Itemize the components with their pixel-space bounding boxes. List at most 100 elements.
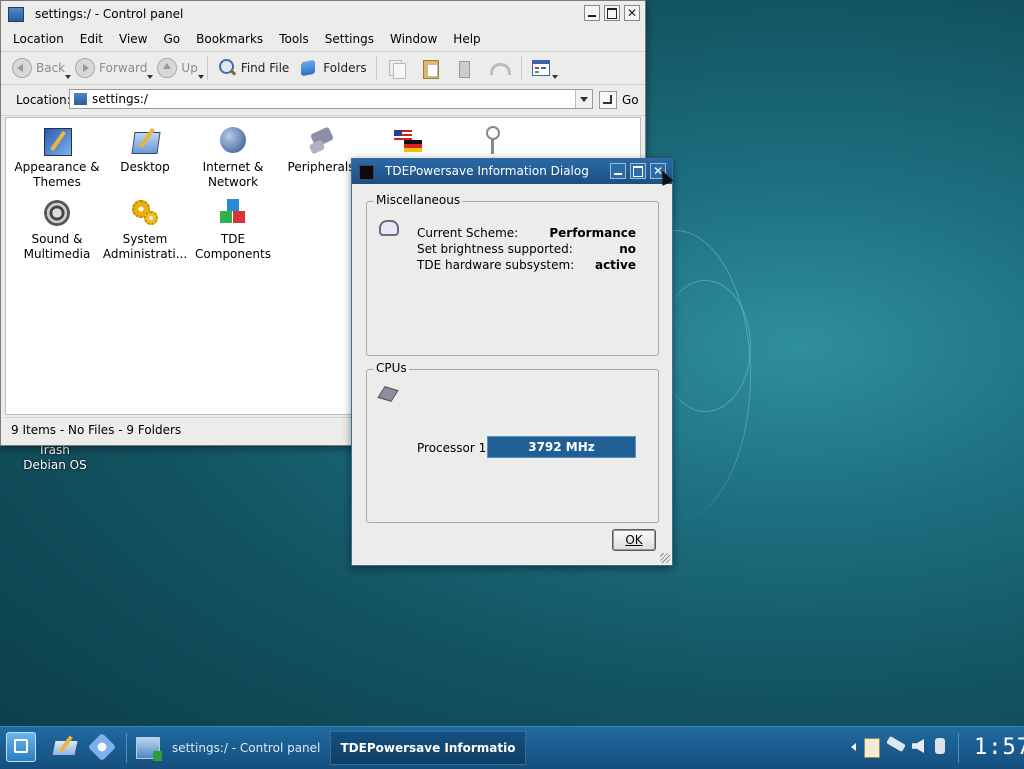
close-icon: ✕ — [626, 6, 638, 20]
dialog-maximize-button[interactable] — [630, 163, 646, 179]
view-mode-button[interactable] — [526, 54, 560, 82]
tray-expand-arrow-icon[interactable] — [851, 743, 856, 751]
item-appearance-themes[interactable]: Appearance & Themes — [12, 126, 102, 190]
control-panel-titlebar[interactable]: settings:/ - Control panel ✕ — [1, 1, 645, 27]
minimize-button[interactable] — [584, 5, 600, 21]
gears-icon — [130, 198, 160, 228]
location-input[interactable]: settings:/ — [92, 92, 148, 106]
desktop-icon-debian-label[interactable]: Debian OS — [20, 458, 90, 473]
ok-label: OK — [625, 533, 643, 547]
globe-icon — [218, 126, 248, 156]
menu-help[interactable]: Help — [445, 32, 488, 46]
processor-frequency-value: 3792 MHz — [528, 440, 595, 454]
view-mode-icon — [531, 58, 551, 78]
task-label: settings:/ - Control panel — [172, 741, 321, 755]
quicklaunch-konqueror[interactable] — [87, 732, 117, 762]
quicklaunch-editor[interactable] — [52, 733, 80, 761]
taskbar-task-control-panel[interactable]: settings:/ - Control panel — [132, 731, 328, 765]
task-label: TDEPowersave Informatio — [340, 741, 516, 755]
forward-button[interactable]: Forward — [70, 54, 154, 82]
trash-icon — [454, 58, 474, 78]
cpus-group-label: CPUs — [374, 361, 409, 375]
flags-icon — [394, 130, 422, 154]
up-button[interactable]: Up — [152, 54, 204, 82]
item-label-line1: Appearance & — [14, 160, 100, 174]
tde-logo-icon — [14, 739, 28, 753]
clock[interactable]: 1:57 — [974, 735, 1024, 760]
undo-button[interactable] — [483, 54, 517, 82]
item-security[interactable] — [482, 126, 512, 158]
menu-settings[interactable]: Settings — [317, 32, 382, 46]
power-plug-icon[interactable] — [935, 738, 945, 754]
item-label-line1: TDE — [220, 232, 246, 246]
menu-window[interactable]: Window — [382, 32, 445, 46]
item-label-line2: Network — [207, 175, 259, 189]
resize-grip-icon[interactable] — [660, 553, 670, 563]
desktop-swirl — [660, 280, 751, 412]
back-arrow-icon — [12, 58, 32, 78]
processor-label: Processor 1 — [417, 441, 487, 455]
copy-icon — [386, 58, 406, 79]
network-cable-icon[interactable] — [886, 736, 906, 752]
main-toolbar: Back Forward Up Find File Folders — [1, 52, 645, 85]
menu-tools[interactable]: Tools — [271, 32, 317, 46]
components-cubes-icon — [218, 198, 248, 228]
dialog-titlebar[interactable]: TDEPowersave Information Dialog ✕ — [352, 159, 672, 184]
volume-speaker-icon[interactable] — [912, 739, 924, 753]
item-desktop[interactable]: Desktop — [100, 126, 190, 175]
paste-button[interactable] — [415, 54, 449, 82]
location-combobox[interactable]: settings:/ — [69, 89, 593, 109]
desktop-settings-icon — [130, 126, 161, 156]
dialog-title: TDEPowersave Information Dialog — [385, 164, 589, 178]
misc-groupbox: Miscellaneous Current Scheme: Performanc… — [366, 193, 659, 356]
start-menu-button[interactable] — [6, 732, 36, 762]
find-file-button[interactable]: Find File — [212, 54, 294, 82]
item-internet-network[interactable]: Internet & Network — [188, 126, 278, 190]
menu-go[interactable]: Go — [156, 32, 189, 46]
dropdown-arrow-icon — [197, 75, 204, 79]
speaker-icon — [42, 198, 72, 228]
item-label-line2: Multimedia — [23, 247, 91, 261]
maximize-icon — [633, 165, 643, 177]
item-sound-multimedia[interactable]: Sound & Multimedia — [12, 198, 102, 262]
dialog-app-icon — [359, 165, 374, 180]
up-label: Up — [181, 61, 198, 75]
undo-icon — [488, 58, 511, 78]
maximize-icon — [607, 7, 617, 19]
menu-view[interactable]: View — [111, 32, 155, 46]
menu-bookmarks[interactable]: Bookmarks — [188, 32, 271, 46]
power-scheme-icon — [379, 220, 399, 236]
konqueror-icon — [87, 732, 117, 762]
ok-button[interactable]: OK — [612, 529, 656, 551]
taskbar: settings:/ - Control panel TDEPowersave … — [0, 726, 1024, 769]
go-button[interactable]: Go — [599, 89, 641, 111]
folders-button[interactable]: Folders — [294, 54, 371, 82]
taskbar-task-powersave-dialog[interactable]: TDEPowersave Informatio — [330, 731, 526, 765]
chevron-down-icon — [580, 97, 588, 102]
toolbar-separator — [375, 56, 377, 80]
item-label-line1: Sound & — [31, 232, 83, 246]
item-regional[interactable] — [392, 126, 428, 158]
up-arrow-icon — [157, 58, 178, 78]
minimize-icon — [588, 15, 596, 17]
processor-frequency-bar: 3792 MHz — [487, 436, 636, 458]
item-tde-components[interactable]: TDE Components — [188, 198, 278, 262]
location-label: Location: — [16, 93, 71, 107]
maximize-button[interactable] — [604, 5, 620, 21]
menu-location[interactable]: Location — [5, 32, 72, 46]
location-dropdown-button[interactable] — [575, 90, 592, 108]
dialog-minimize-button[interactable] — [610, 163, 626, 179]
item-system-administration[interactable]: System Administrati... — [98, 198, 192, 262]
menu-edit[interactable]: Edit — [72, 32, 111, 46]
copy-button[interactable] — [381, 54, 415, 82]
klipper-clipboard-icon[interactable] — [864, 738, 880, 758]
appearance-icon — [42, 126, 72, 156]
back-button[interactable]: Back — [7, 54, 72, 82]
magnifier-icon — [217, 58, 237, 78]
item-label-line2: Administrati... — [102, 247, 188, 261]
trash-button[interactable] — [449, 54, 483, 82]
close-button[interactable]: ✕ — [624, 5, 640, 21]
location-field-icon — [74, 93, 87, 105]
window-app-icon — [8, 7, 24, 22]
go-label: Go — [622, 93, 639, 107]
